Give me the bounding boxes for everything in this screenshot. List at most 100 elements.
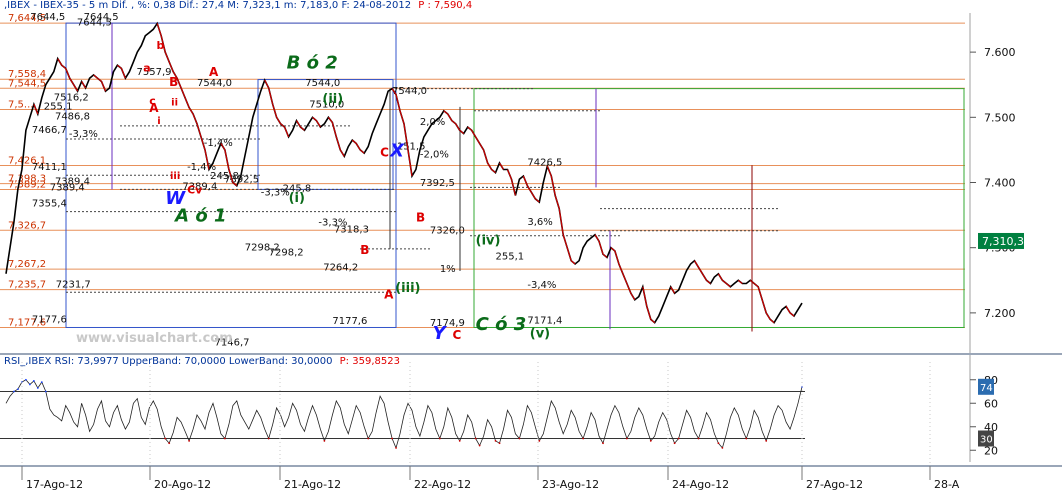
rsi-extreme-point <box>44 390 47 393</box>
rsi-extreme-point <box>13 390 15 393</box>
x-tick-label: 21-Ago-12 <box>284 478 341 491</box>
x-tick-label: 23-Ago-12 <box>542 478 599 491</box>
measure-label: 7466,7 <box>32 125 67 136</box>
rsi-extreme-point <box>367 437 370 440</box>
rsi-extreme-point <box>677 437 680 440</box>
measure-label: 7177,6 <box>332 316 367 327</box>
wave-label: (v) <box>530 327 550 342</box>
rsi-extreme-point <box>745 437 748 440</box>
fib-level-label: 7,544,5 <box>8 78 46 89</box>
measure-label: 7177,6 <box>32 315 67 326</box>
rsi-extreme-point <box>267 437 270 440</box>
x-tick-label: 28-A <box>934 478 960 491</box>
price-header: ,IBEX - IBEX-35 - 5 m Dif. , %: 0,38 Dif… <box>4 0 472 11</box>
wave-label: (ii) <box>322 92 343 107</box>
fib-level-label: 7,235,7 <box>8 280 46 291</box>
rsi-extreme-point <box>40 381 43 383</box>
fib-level-label: 7,389,2 <box>8 180 46 191</box>
wave-label: B <box>416 211 425 225</box>
rsi-extreme-point <box>391 437 393 440</box>
measure-label: 7264,2 <box>323 263 358 274</box>
wave-label: Y <box>433 323 448 344</box>
wave-label: C <box>453 328 462 342</box>
wave-label: ii <box>171 98 178 109</box>
measure-label: 3,6% <box>527 217 552 228</box>
measure-label: 7389,4 <box>50 182 85 193</box>
wave-label: a <box>143 62 150 75</box>
measure-label: 7544,0 <box>305 78 340 89</box>
rsi-extreme-point <box>717 442 720 445</box>
rsi-lower-tag: 30 <box>980 435 993 446</box>
last-price-tag: 7,310,3 <box>982 235 1024 248</box>
rsi-extreme-point <box>458 439 461 442</box>
rsi-header-last: P: 359,8523 <box>339 356 400 367</box>
x-tick-label: 22-Ago-12 <box>414 478 471 491</box>
rsi-extreme-point <box>498 442 501 445</box>
rsi-header: RSI_,IBEX RSI: 73,9977 UpperBand: 70,000… <box>4 356 400 367</box>
measure-label: -1,4% <box>204 138 233 149</box>
watermark: www.visualchart.com <box>76 331 233 346</box>
measure-label: 1% <box>440 264 456 275</box>
wave-label: B ó 2 <box>287 52 338 73</box>
price-header-last: P : 7,590,4 <box>418 0 473 11</box>
rsi-extreme-point <box>32 380 35 382</box>
rsi-extreme-point <box>168 442 171 445</box>
rsi-extreme-point <box>494 439 497 442</box>
x-tick-label: 27-Ago-12 <box>806 478 863 491</box>
measure-label: -3,3% <box>69 129 98 140</box>
rsi-extreme-point <box>395 447 397 449</box>
y-tick-label: 7.500 <box>984 111 1016 124</box>
measure-label: 7392,5 <box>420 178 455 189</box>
wave-label: (i) <box>289 191 305 206</box>
rsi-extreme-point <box>36 387 39 389</box>
wave-label: b <box>156 39 164 52</box>
wave-label: A <box>384 288 394 302</box>
rsi-extreme-point <box>673 442 676 445</box>
measure-label: -3,4% <box>527 280 556 291</box>
rsi-extreme-point <box>438 437 441 440</box>
rsi-tick-label: 60 <box>984 397 998 410</box>
rsi-extreme-point <box>224 437 226 440</box>
rsi-extreme-point <box>164 437 167 440</box>
wave-label: iii <box>170 171 180 182</box>
chart-canvas: 7,644,57,558,47,544,57,5...7,426,17,398,… <box>0 0 1062 495</box>
measure-label: 7355,4 <box>32 199 67 210</box>
measure-label: 7557,9 <box>137 67 172 78</box>
rsi-extreme-point <box>474 437 477 440</box>
measure-label: 7516,2 <box>54 92 89 103</box>
rsi-extreme-point <box>625 437 628 440</box>
measure-label: 255,1 <box>496 251 525 262</box>
wave-label: (iii) <box>395 281 420 296</box>
measure-label: 7298,2 <box>245 242 280 253</box>
measure-label: 7326,0 <box>430 225 465 236</box>
wave-label: B <box>169 75 178 89</box>
measure-label: 7544,0 <box>392 86 427 97</box>
rsi-extreme-point <box>25 378 27 381</box>
price-header-text: ,IBEX - IBEX-35 - 5 m Dif. , %: 0,38 Dif… <box>4 0 412 11</box>
rsi-header-text: RSI_,IBEX RSI: 73,9977 UpperBand: 70,000… <box>4 356 333 367</box>
measure-label: 7486,8 <box>55 111 90 122</box>
measure-label: 7231,7 <box>56 279 91 290</box>
wave-label: A <box>209 65 219 79</box>
fib-level-label: 7,267,2 <box>8 259 46 270</box>
measure-label: 7411,1 <box>32 162 67 173</box>
x-tick-label: 24-Ago-12 <box>672 478 729 491</box>
rsi-extreme-point <box>188 439 190 442</box>
y-tick-label: 7.200 <box>984 307 1016 320</box>
wave-label: X <box>389 140 405 161</box>
measure-label: 7544,0 <box>197 78 232 89</box>
wave-label: W <box>165 188 186 209</box>
wave-label: C <box>380 145 389 159</box>
measure-label: 7171,4 <box>527 315 562 326</box>
x-tick-label: 20-Ago-12 <box>154 478 211 491</box>
wave-label: c <box>149 94 156 107</box>
measure-label: 7644,5 <box>77 17 112 28</box>
wave-label: B <box>360 243 369 257</box>
measure-label: 7426,5 <box>527 158 562 169</box>
measure-label: 7644,5 <box>30 12 65 23</box>
rsi-extreme-point <box>582 437 584 440</box>
wave-label: C ó 3 <box>476 314 527 335</box>
rsi-extreme-point <box>323 439 326 442</box>
rsi-extreme-point <box>518 437 521 440</box>
measure-label: -3,3% <box>318 218 347 229</box>
